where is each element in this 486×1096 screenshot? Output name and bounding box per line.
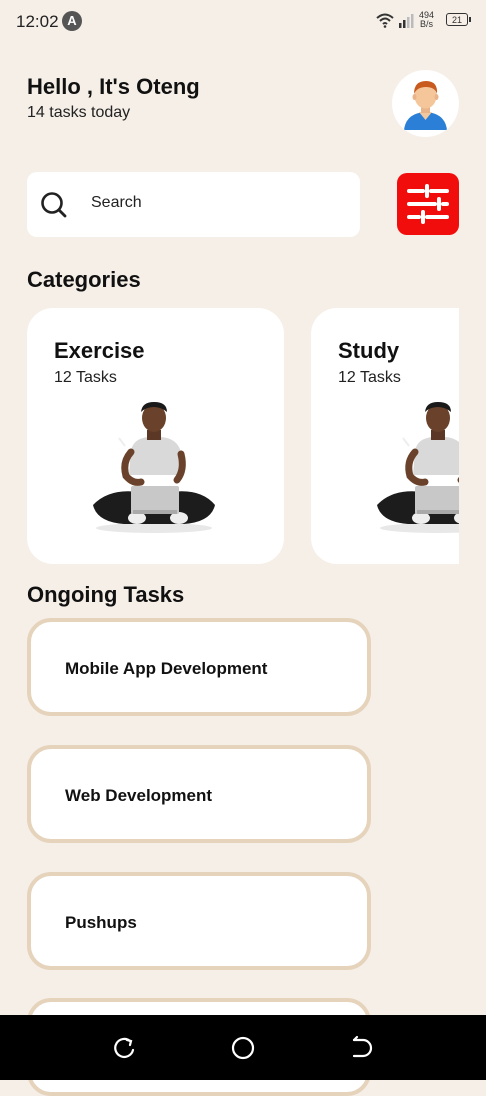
network-speed-unit: B/s: [420, 19, 434, 29]
ongoing-tasks-title: Ongoing Tasks: [27, 582, 185, 607]
category-count: 12 Tasks: [54, 369, 117, 386]
status-time: 12:02: [16, 12, 59, 31]
task-label: Mobile App Development: [65, 659, 268, 678]
task-label: Pushups: [65, 913, 137, 932]
status-bar: 12:02 A 494 B/s 21: [0, 0, 486, 44]
search-bar[interactable]: [27, 172, 360, 237]
search-icon: [41, 192, 67, 218]
app-notification-icon: A: [62, 11, 82, 31]
network-speed: 494 B/s: [419, 11, 434, 29]
greeting-title: Hello , It's Oteng: [27, 74, 200, 99]
categories-title: Categories: [27, 267, 141, 292]
category-card-study[interactable]: Study 12 Tasks: [311, 308, 459, 564]
category-card-exercise[interactable]: Exercise 12 Tasks: [27, 308, 284, 564]
person-laptop-illustration: [93, 402, 215, 533]
tasks-today-subtitle: 14 tasks today: [27, 104, 131, 121]
filter-button[interactable]: [397, 173, 459, 235]
person-laptop-illustration: [377, 402, 459, 533]
search-input[interactable]: [91, 194, 341, 212]
signal-icon: [399, 14, 414, 28]
back-icon[interactable]: [349, 1035, 375, 1061]
task-card[interactable]: Mobile App Development: [27, 618, 371, 716]
battery-level: 21: [451, 15, 462, 25]
category-name: Study: [338, 338, 400, 363]
recents-icon[interactable]: [112, 1035, 138, 1061]
sliders-icon: [407, 184, 449, 224]
system-navigation-bar: [0, 1015, 486, 1080]
categories-carousel[interactable]: Exercise 12 Tasks Study 12 Tasks: [0, 300, 459, 570]
task-card[interactable]: Web Development: [27, 745, 371, 843]
avatar[interactable]: [392, 70, 459, 137]
wifi-icon: [376, 13, 394, 28]
user-avatar-icon: [404, 81, 447, 130]
battery-icon: 21: [446, 13, 471, 26]
category-count: 12 Tasks: [338, 369, 401, 386]
home-icon[interactable]: [230, 1035, 256, 1061]
task-label: Web Development: [65, 786, 213, 805]
task-card[interactable]: Pushups: [27, 872, 371, 970]
category-name: Exercise: [54, 338, 145, 363]
